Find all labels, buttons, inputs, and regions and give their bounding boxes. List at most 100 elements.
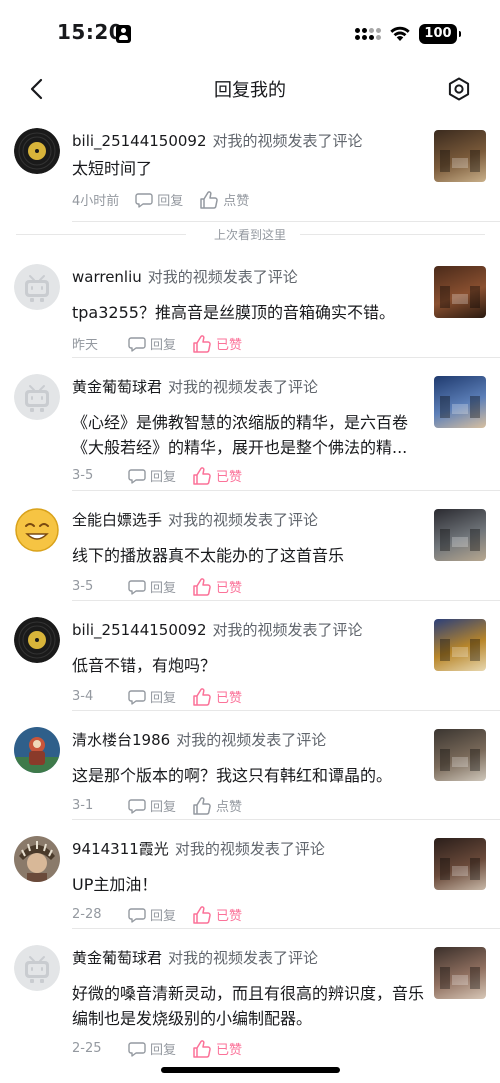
user-avatar[interactable]: [14, 507, 60, 553]
comment-item[interactable]: 清水楼台1986 对我的视频发表了评论这是那个版本的啊？我这只有韩红和谭晶的。 3-…: [14, 711, 500, 820]
video-thumbnail[interactable]: [434, 130, 486, 182]
like-button[interactable]: 已赞: [192, 905, 242, 924]
thumbs-up-icon: [193, 1039, 211, 1058]
reply-label: 回复: [150, 909, 177, 924]
reply-label: 回复: [150, 1043, 177, 1058]
reply-button[interactable]: 回复: [128, 905, 176, 924]
like-button[interactable]: 点赞: [192, 796, 242, 815]
comment-text[interactable]: 好微的嗓音清新灵动，而且有很高的辨识度，音乐编制也是发烧级别的小编制配器。: [72, 981, 424, 1031]
thumbs-up-icon: [193, 577, 211, 596]
thumbs-up-icon: [193, 334, 211, 353]
reply-label: 回复: [150, 470, 177, 485]
comment-header: 黄金葡萄球君 对我的视频发表了评论: [72, 947, 318, 968]
user-avatar[interactable]: [14, 617, 60, 663]
comment-item[interactable]: warrenliu 对我的视频发表了评论 tpa3255？推高音是丝膜顶的音箱确实不…: [14, 248, 500, 358]
comment-text[interactable]: 这是那个版本的啊？我这只有韩红和谭晶的。: [72, 763, 424, 788]
reply-button[interactable]: 回复: [128, 687, 176, 706]
username[interactable]: bili_25144150092: [72, 132, 207, 150]
like-button[interactable]: 点赞: [199, 190, 249, 209]
reply-label: 回复: [150, 338, 177, 353]
comment-action-text: 对我的视频发表了评论: [212, 621, 363, 639]
comment-item[interactable]: 黄金葡萄球君 对我的视频发表了评论好微的嗓音清新灵动，而且有很高的辨识度，音乐编制…: [14, 929, 500, 1070]
user-avatar[interactable]: [14, 727, 60, 773]
user-avatar[interactable]: [14, 945, 60, 991]
comment-bubble-icon: [128, 468, 146, 484]
comment-item[interactable]: bili_25144150092 对我的视频发表了评论 低音不错，有炮吗？ 3-4 回复…: [14, 601, 500, 711]
comment-text[interactable]: 太短时间了: [72, 156, 424, 181]
wifi-icon: [388, 24, 412, 46]
like-button[interactable]: 已赞: [192, 577, 242, 596]
reply-label: 回复: [150, 800, 177, 815]
username[interactable]: warrenliu: [72, 268, 142, 286]
comment-time: 3-5: [72, 468, 94, 483]
video-thumbnail[interactable]: [434, 376, 486, 428]
like-button[interactable]: 已赞: [192, 334, 242, 353]
username[interactable]: 9414311霞光: [72, 840, 169, 858]
like-button[interactable]: 已赞: [192, 466, 242, 485]
like-label: 已赞: [216, 338, 243, 353]
thumbs-up-icon: [193, 466, 211, 485]
page-title: 回复我的: [214, 80, 286, 101]
comment-meta: 3-5 回复 已赞: [72, 577, 242, 596]
comment-item[interactable]: 全能白嫖选手 对我的视频发表了评论线下的播放器真不太能办的了这首音乐 3-5 回复 已赞: [15, 491, 500, 601]
reply-button[interactable]: 回复: [135, 190, 183, 209]
comment-text[interactable]: UP主加油！: [72, 872, 424, 897]
reply-label: 回复: [157, 194, 184, 209]
comment-item[interactable]: 9414311霞光 对我的视频发表了评论 UP主加油！ 2-28 回复 已赞: [14, 820, 500, 929]
reply-label: 回复: [150, 581, 177, 596]
reply-button[interactable]: 回复: [128, 796, 176, 815]
comment-action-text: 对我的视频发表了评论: [176, 731, 327, 749]
video-thumbnail[interactable]: [434, 509, 486, 561]
video-thumbnail[interactable]: [434, 947, 486, 999]
comment-meta: 3-4 回复 已赞: [72, 687, 242, 706]
comment-meta: 3-5 回复 已赞: [72, 466, 242, 485]
status-bar: 15:20 100: [0, 0, 500, 66]
last-seen-divider: 上次看到这里: [0, 222, 500, 248]
user-avatar[interactable]: [14, 374, 60, 420]
reply-label: 回复: [150, 691, 177, 706]
username[interactable]: 黄金葡萄球君: [72, 949, 162, 967]
comment-meta: 3-1 回复 点赞: [72, 796, 242, 815]
comment-action-text: 对我的视频发表了评论: [168, 511, 319, 529]
cellular-signal-icon: [355, 26, 381, 42]
comment-time: 3-1: [72, 798, 94, 813]
like-label: 点赞: [223, 194, 250, 209]
comment-action-text: 对我的视频发表了评论: [212, 132, 363, 150]
battery-icon: 100: [419, 24, 461, 44]
reply-button[interactable]: 回复: [128, 1039, 176, 1058]
comment-item[interactable]: 黄金葡萄球君 对我的视频发表了评论 《心经》是佛教智慧的浓缩版的精华，是六百卷《大般…: [14, 358, 500, 491]
comment-bubble-icon: [128, 907, 146, 923]
comment-text[interactable]: 线下的播放器真不太能办的了这首音乐: [72, 543, 424, 568]
user-avatar[interactable]: [14, 264, 60, 310]
settings-button[interactable]: [444, 74, 474, 104]
username[interactable]: bili_25144150092: [72, 621, 207, 639]
status-time: 15:20: [57, 20, 124, 44]
comment-text[interactable]: 低音不错，有炮吗？: [72, 653, 424, 678]
username[interactable]: 清水楼台1986: [72, 731, 170, 749]
comment-header: 9414311霞光 对我的视频发表了评论: [72, 838, 325, 859]
reply-button[interactable]: 回复: [128, 466, 176, 485]
like-button[interactable]: 已赞: [192, 1039, 242, 1058]
comment-time: 2-25: [72, 1041, 102, 1056]
comment-time: 昨天: [72, 338, 99, 353]
video-thumbnail[interactable]: [434, 266, 486, 318]
comment-time: 2-28: [72, 907, 102, 922]
username[interactable]: 黄金葡萄球君: [72, 378, 162, 396]
comment-meta: 4小时前 回复 点赞: [72, 190, 249, 209]
comment-text[interactable]: tpa3255？推高音是丝膜顶的音箱确实不错。: [72, 300, 424, 325]
comment-item[interactable]: bili_25144150092 对我的视频发表了评论 太短时间了 4小时前 回复 点赞: [14, 112, 500, 222]
reply-button[interactable]: 回复: [128, 577, 176, 596]
reply-button[interactable]: 回复: [128, 334, 176, 353]
like-label: 已赞: [216, 691, 243, 706]
video-thumbnail[interactable]: [434, 619, 486, 671]
comment-text[interactable]: 《心经》是佛教智慧的浓缩版的精华，是六百卷《大般若经》的精华，展开也是整个佛法的…: [72, 410, 424, 460]
user-avatar[interactable]: [14, 128, 60, 174]
username[interactable]: 全能白嫖选手: [72, 511, 162, 529]
comment-list: bili_25144150092 对我的视频发表了评论 太短时间了 4小时前 回复 点赞上…: [0, 112, 500, 1070]
like-button[interactable]: 已赞: [192, 687, 242, 706]
home-indicator: [161, 1067, 340, 1073]
video-thumbnail[interactable]: [434, 838, 486, 890]
comment-header: 全能白嫖选手 对我的视频发表了评论: [72, 509, 318, 530]
video-thumbnail[interactable]: [434, 729, 486, 781]
user-avatar[interactable]: [14, 836, 60, 882]
